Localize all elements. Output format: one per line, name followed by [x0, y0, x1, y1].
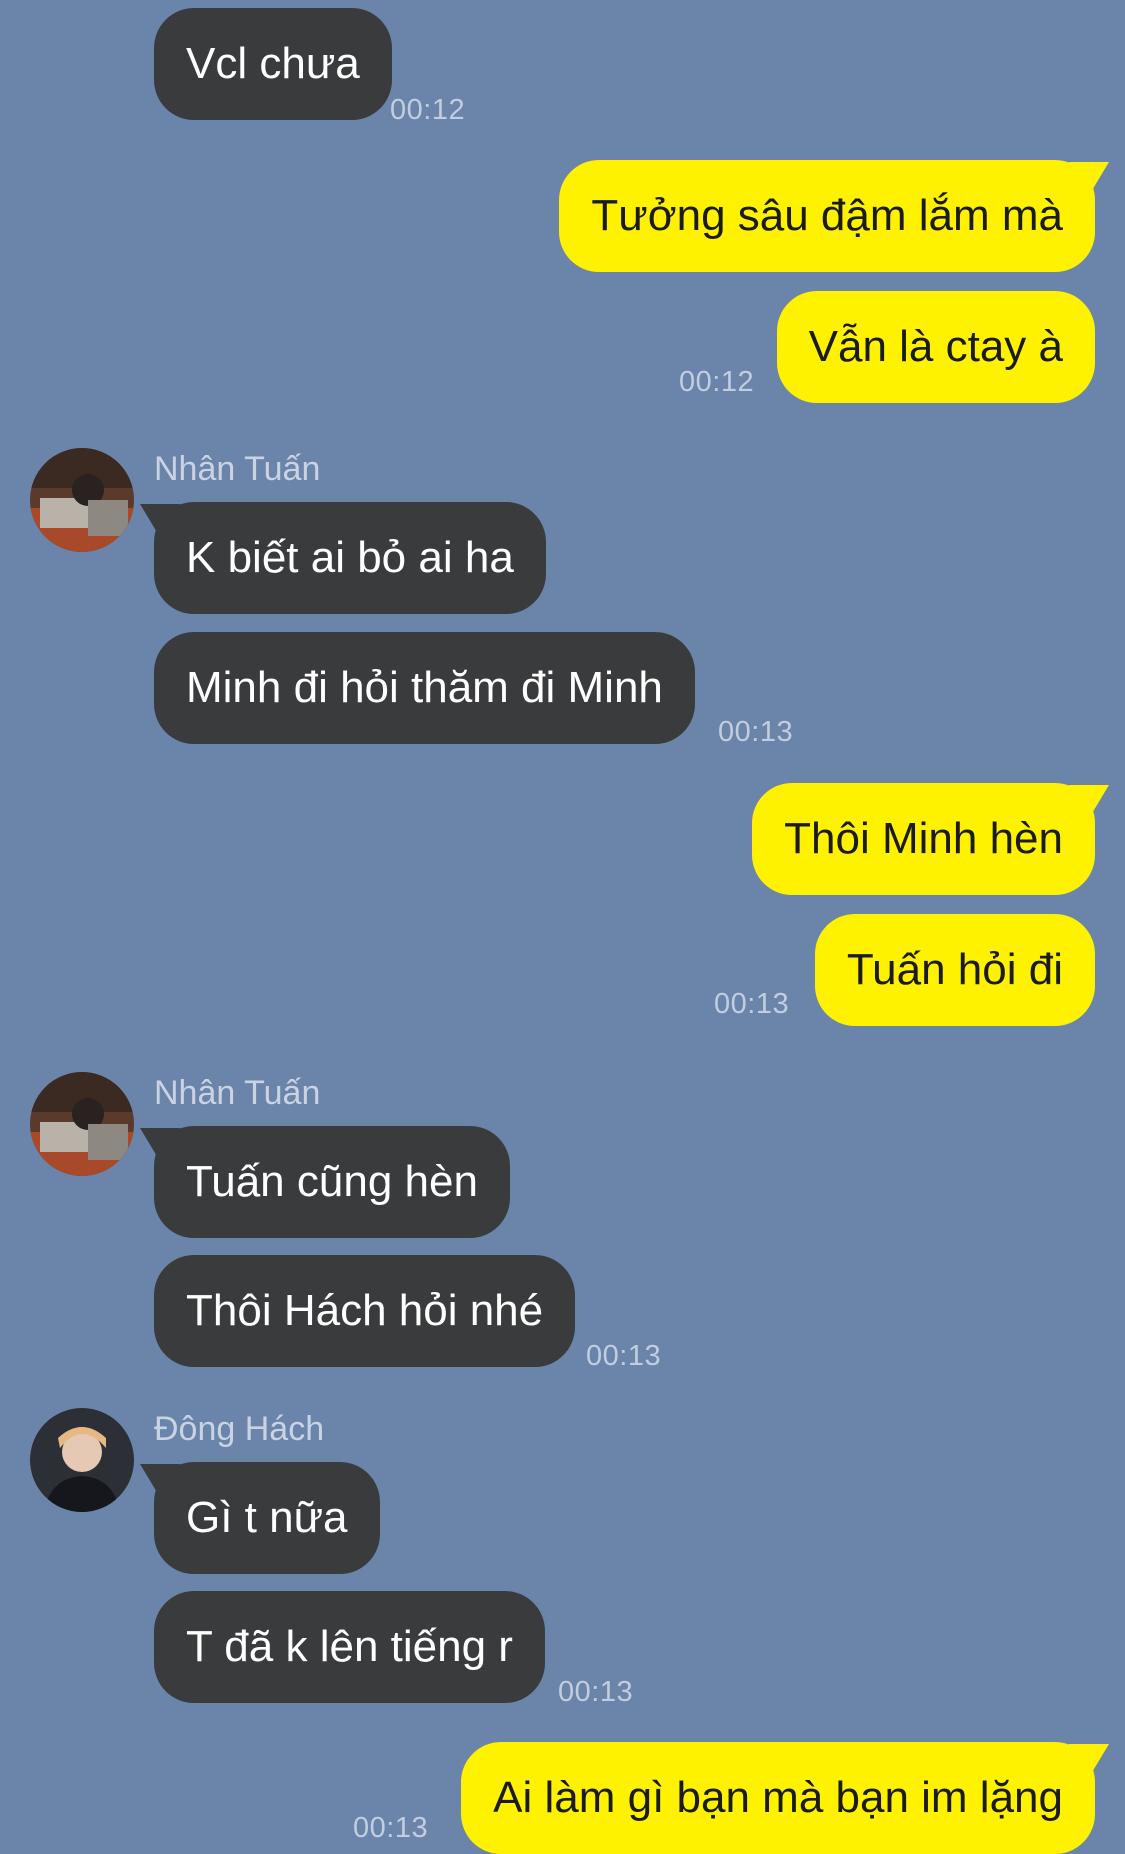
- message-timestamp: 00:13: [586, 1340, 662, 1372]
- message-text: Tưởng sâu đậm lắm mà: [591, 191, 1063, 240]
- sender-avatar[interactable]: [30, 1408, 134, 1512]
- message-bubble-incoming[interactable]: Minh đi hỏi thăm đi Minh: [154, 632, 695, 744]
- user-avatar-photo-icon: [30, 1072, 134, 1176]
- message-bubble-outgoing[interactable]: Tuấn hỏi đi: [814, 914, 1095, 1026]
- message-bubble-incoming[interactable]: Gì t nữa: [154, 1462, 380, 1574]
- message-timestamp: 00:13: [558, 1676, 634, 1708]
- message-bubble-incoming[interactable]: Vcl chưa: [154, 8, 392, 120]
- sender-name: Nhân Tuấn: [154, 1074, 321, 1112]
- message-text: Tuấn cũng hèn: [186, 1157, 478, 1206]
- sender-name: Đông Hách: [154, 1410, 325, 1448]
- message-text: Vcl chưa: [186, 39, 360, 88]
- message-text: Minh đi hỏi thăm đi Minh: [186, 663, 663, 712]
- message-text: T đã k lên tiếng r: [186, 1622, 513, 1671]
- message-text: Thôi Minh hèn: [784, 814, 1063, 863]
- message-bubble-outgoing[interactable]: Thôi Minh hèn: [752, 783, 1095, 895]
- sender-name: Nhân Tuấn: [154, 450, 321, 488]
- user-avatar-photo-icon: [30, 448, 134, 552]
- message-bubble-incoming[interactable]: K biết ai bỏ ai ha: [154, 502, 546, 614]
- message-timestamp: 00:13: [714, 988, 790, 1020]
- message-timestamp: 00:12: [679, 366, 755, 398]
- sender-avatar[interactable]: [30, 448, 134, 552]
- message-text: K biết ai bỏ ai ha: [186, 533, 514, 582]
- user-avatar-photo-icon: [30, 1408, 134, 1512]
- chat-thread[interactable]: Vcl chưa 00:12 Tưởng sâu đậm lắm mà Vẫn …: [0, 0, 1125, 1854]
- message-bubble-outgoing[interactable]: Tưởng sâu đậm lắm mà: [559, 160, 1095, 272]
- message-timestamp: 00:13: [353, 1812, 429, 1844]
- message-text: Vẫn là ctay à: [808, 322, 1063, 371]
- message-timestamp: 00:13: [718, 716, 794, 748]
- sender-avatar[interactable]: [30, 1072, 134, 1176]
- message-text: Thôi Hách hỏi nhé: [186, 1286, 544, 1335]
- message-timestamp: 00:12: [390, 94, 466, 126]
- message-bubble-outgoing[interactable]: Ai làm gì bạn mà bạn im lặng: [461, 1742, 1095, 1854]
- message-bubble-outgoing[interactable]: Vẫn là ctay à: [776, 291, 1095, 403]
- message-text: Ai làm gì bạn mà bạn im lặng: [493, 1773, 1063, 1822]
- message-bubble-incoming[interactable]: Thôi Hách hỏi nhé: [154, 1255, 576, 1367]
- message-text: Tuấn hỏi đi: [846, 945, 1063, 994]
- message-bubble-incoming[interactable]: T đã k lên tiếng r: [154, 1591, 545, 1703]
- message-bubble-incoming[interactable]: Tuấn cũng hèn: [154, 1126, 510, 1238]
- message-text: Gì t nữa: [186, 1493, 348, 1542]
